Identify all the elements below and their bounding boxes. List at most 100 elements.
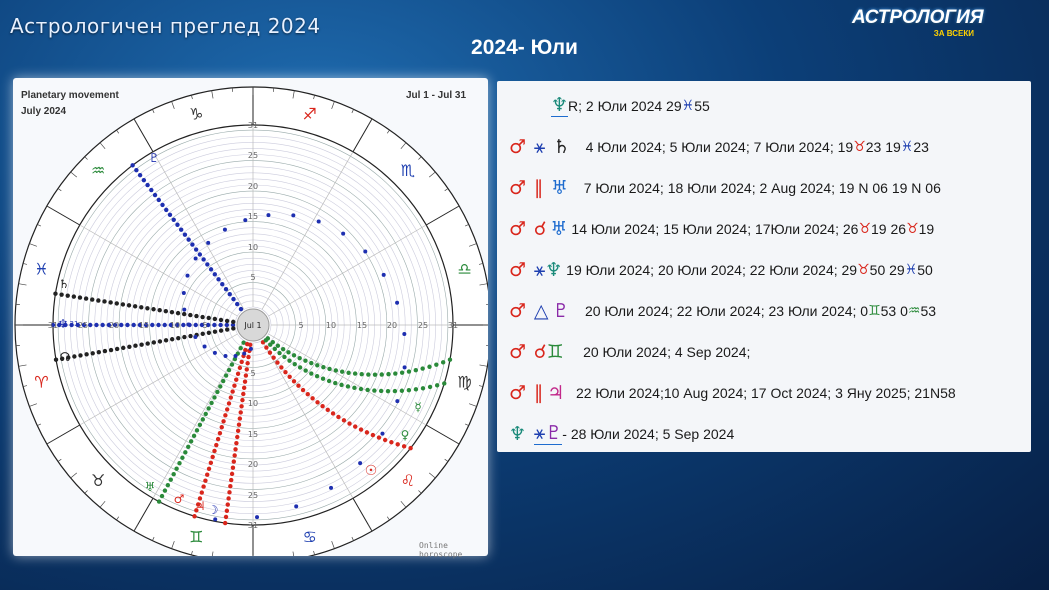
track-dot — [223, 286, 229, 292]
track-dot — [235, 434, 240, 440]
track-dot — [315, 400, 320, 405]
track-dot — [206, 330, 212, 335]
track-dot — [218, 322, 223, 328]
track-dot — [188, 439, 194, 444]
track-dot — [212, 395, 217, 400]
track-dot — [233, 447, 238, 452]
track-dot — [167, 212, 173, 218]
aquarius-icon: ♒ — [907, 303, 921, 319]
neptune-icon: ♆ — [545, 258, 563, 281]
track-dot — [216, 277, 221, 282]
pluto-icon: ♇ — [552, 299, 570, 322]
track-dot — [345, 384, 351, 389]
conjunction-icon: ☌ — [533, 340, 547, 363]
aspect-mid: 23 19 — [865, 139, 901, 155]
track-dot — [126, 303, 132, 308]
track-dot — [71, 294, 77, 299]
track-dot — [229, 362, 235, 367]
track-dot — [224, 318, 230, 324]
track-dot — [291, 353, 297, 358]
track-dot — [296, 383, 301, 388]
track-dot — [194, 313, 199, 319]
aspect-text: R; 2 Юли 2024 29 — [568, 98, 682, 114]
track-dot — [245, 361, 250, 366]
track-dot — [156, 499, 162, 504]
zodiac-sign-icon: ♉ — [91, 471, 105, 490]
track-dot — [305, 392, 310, 397]
track-dot — [156, 322, 161, 328]
track-dot — [193, 247, 199, 252]
track-dot — [200, 314, 205, 320]
track-dot — [420, 366, 425, 371]
track-dot — [235, 428, 241, 434]
zodiac-sign-icon: ♍ — [457, 373, 471, 392]
track-dot — [176, 335, 181, 341]
track-dot — [366, 372, 371, 377]
ring-day-label: 10 — [248, 399, 258, 408]
track-dot — [376, 435, 382, 440]
moon-track-dot — [395, 300, 400, 305]
track-dot — [171, 471, 176, 477]
ring-day-label: 20 — [109, 321, 119, 330]
aspect-text: 22 Юли 2024;10 Aug 2024; 17 Oct 2024; 3 … — [575, 385, 956, 401]
track-dot — [238, 410, 243, 415]
track-dot — [372, 372, 378, 377]
aspect-tail: 50 — [917, 262, 933, 278]
track-dot — [145, 341, 150, 346]
track-dot — [169, 337, 175, 342]
track-dot — [406, 387, 412, 393]
zodiac-sign-icon: ♒ — [91, 161, 105, 180]
track-dot — [206, 466, 212, 471]
ring-day-label: 5 — [298, 321, 303, 330]
ring-day-label: 10 — [170, 321, 180, 330]
track-dot — [178, 227, 184, 232]
track-dot — [201, 257, 206, 262]
track-dot — [182, 334, 187, 340]
track-dot — [242, 379, 248, 384]
jupiter-label-icon: ♃ — [195, 499, 206, 513]
track-dot — [399, 370, 405, 375]
track-dot — [275, 343, 281, 348]
moon-track-dot — [233, 354, 238, 359]
track-dot — [203, 478, 208, 483]
track-dot — [283, 369, 288, 375]
track-dot — [309, 360, 314, 366]
pisces-icon: ♓ — [900, 139, 914, 155]
pisces-icon: ♓ — [904, 262, 918, 278]
zodiac-sign-icon: ♐ — [303, 104, 317, 123]
track-dot — [232, 453, 237, 458]
track-dot — [212, 448, 217, 454]
aspect-row-mars-conjunction-gemini: ♂ ☌ ♊ 20 Юли 2024; 4 Sep 2024; — [509, 339, 750, 365]
aspect-tail: 55 — [694, 98, 710, 114]
pluto-icon: ♇ — [545, 421, 563, 445]
moon-track-dot — [186, 322, 191, 327]
aspect-row-mars-trine-pluto: ♂ △ ♇ 20 Юли 2024; 22 Юли 2024; 23 Юли 2… — [509, 298, 936, 324]
track-dot — [358, 427, 364, 432]
track-dot — [208, 267, 214, 272]
track-dot — [227, 490, 232, 495]
aspect-row-mars-parallel-uranus: ♂ ∥ ♅ 7 Юли 2024; 18 Юли 2024; 2 Aug 202… — [509, 175, 941, 201]
track-dot — [392, 388, 398, 394]
track-dot — [94, 322, 99, 328]
parallel-icon: ∥ — [533, 381, 544, 404]
logo-text: АСТРОЛОГИЯ — [852, 7, 984, 28]
taurus-icon: ♉ — [858, 221, 872, 237]
track-dot — [175, 222, 180, 227]
aspect-row-mars-sextile-saturn: ♂ ⚹ ♄ 4 Юли 2024; 5 Юли 2024; 7 Юли 2024… — [509, 134, 929, 160]
track-dot — [139, 342, 144, 347]
track-dot — [188, 333, 193, 339]
track-dot — [231, 459, 237, 464]
track-dot — [212, 322, 217, 328]
track-dot — [193, 322, 198, 328]
moon-track-dot — [381, 272, 386, 277]
ring-day-label: 31 — [48, 321, 58, 330]
track-dot — [309, 371, 314, 376]
neptune-label-icon: ♆ — [58, 317, 69, 331]
track-dot — [108, 300, 113, 305]
track-dot — [182, 232, 188, 237]
track-dot — [434, 362, 439, 367]
aspect-row-neptune-retro: ♆ R; 2 Юли 2024 29 ♓ 55 — [551, 93, 710, 119]
track-dot — [197, 252, 203, 257]
track-dot — [127, 344, 132, 349]
track-dot — [182, 311, 187, 317]
